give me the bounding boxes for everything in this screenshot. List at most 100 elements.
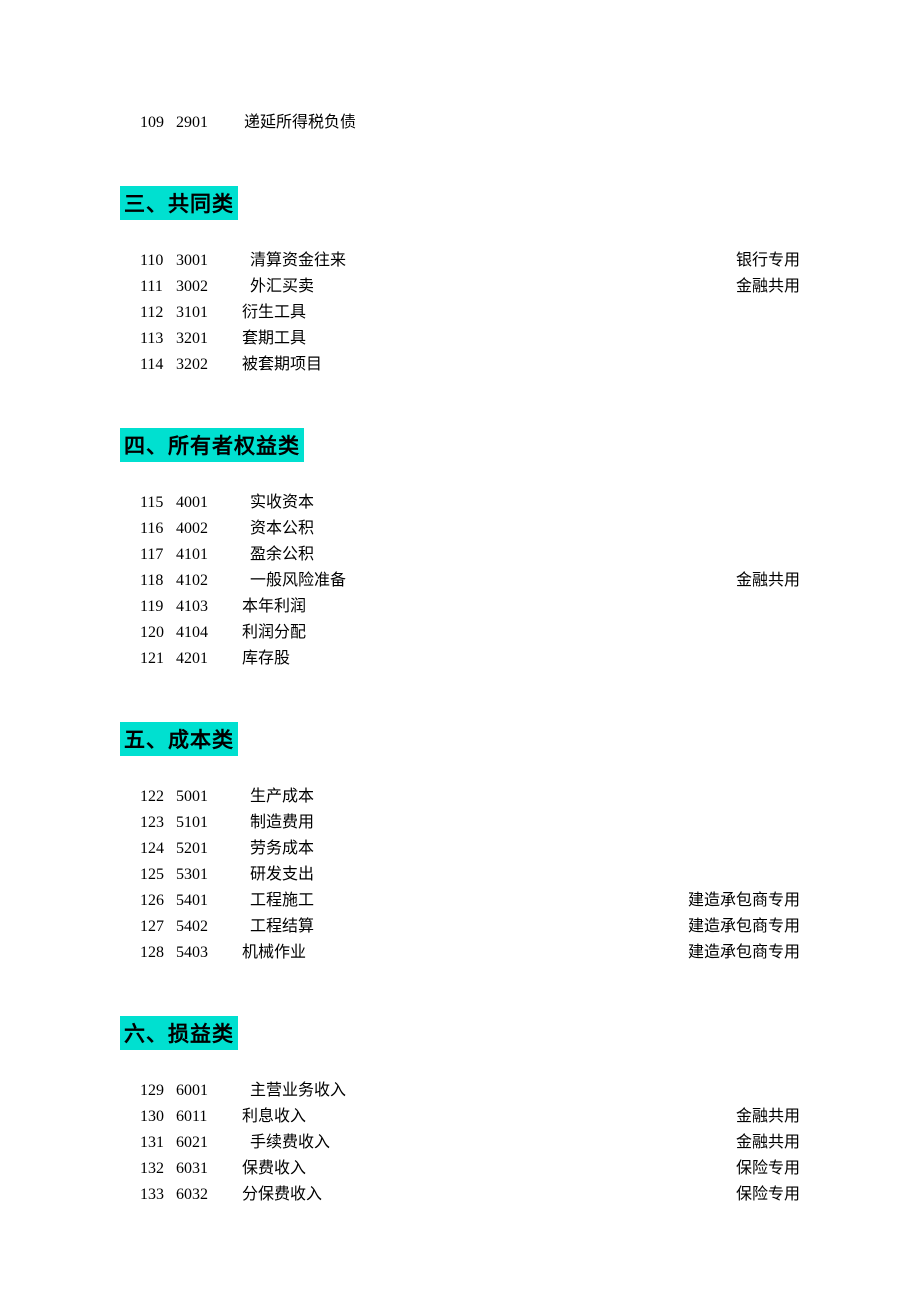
row-code: 3201	[176, 326, 240, 352]
table-row: 1235101制造费用	[120, 810, 800, 836]
row-note: 金融共用	[660, 274, 800, 300]
table-row: 1285403机械作业建造承包商专用	[120, 940, 800, 966]
row-name: 套期工具	[240, 326, 660, 352]
row-seq: 123	[120, 810, 176, 836]
table-row: 1113002外汇买卖金融共用	[120, 274, 800, 300]
table-row: 1336032分保费收入保险专用	[120, 1182, 800, 1208]
row-note: 保险专用	[660, 1156, 800, 1182]
row-seq: 120	[120, 620, 176, 646]
row-code: 6001	[176, 1078, 240, 1104]
table-row: 1184102一般风险准备金融共用	[120, 568, 800, 594]
document-page: 1092901递延所得税负债 三、共同类 1103001清算资金往来银行专用111…	[0, 0, 920, 1274]
row-seq: 113	[120, 326, 176, 352]
row-name: 分保费收入	[240, 1182, 660, 1208]
row-name: 工程结算	[240, 914, 660, 940]
table-row: 1092901递延所得税负债	[120, 110, 800, 136]
row-name: 递延所得税负债	[240, 110, 660, 136]
row-seq: 129	[120, 1078, 176, 1104]
table-row: 1306011利息收入金融共用	[120, 1104, 800, 1130]
row-name: 保费收入	[240, 1156, 660, 1182]
row-note: 保险专用	[660, 1182, 800, 1208]
row-code: 5101	[176, 810, 240, 836]
table-row: 1174101盈余公积	[120, 542, 800, 568]
row-seq: 115	[120, 490, 176, 516]
row-code: 6032	[176, 1182, 240, 1208]
row-code: 4103	[176, 594, 240, 620]
row-seq: 127	[120, 914, 176, 940]
row-code: 6021	[176, 1130, 240, 1156]
row-seq: 110	[120, 248, 176, 274]
row-name: 机械作业	[240, 940, 660, 966]
row-name: 盈余公积	[240, 542, 660, 568]
table-row: 1143202被套期项目	[120, 352, 800, 378]
row-name: 衍生工具	[240, 300, 660, 326]
row-seq: 124	[120, 836, 176, 862]
row-note: 建造承包商专用	[660, 940, 800, 966]
row-name: 利息收入	[240, 1104, 660, 1130]
table-row: 1103001清算资金往来银行专用	[120, 248, 800, 274]
table-row: 1275402工程结算建造承包商专用	[120, 914, 800, 940]
table-row: 1265401工程施工建造承包商专用	[120, 888, 800, 914]
section-block: 1103001清算资金往来银行专用1113002外汇买卖金融共用1123101衍…	[120, 248, 800, 378]
section-block: 1225001生产成本1235101制造费用1245201劳务成本1255301…	[120, 784, 800, 966]
row-code: 3001	[176, 248, 240, 274]
row-code: 5402	[176, 914, 240, 940]
row-note: 金融共用	[660, 1130, 800, 1156]
row-seq: 125	[120, 862, 176, 888]
row-code: 4101	[176, 542, 240, 568]
row-code: 5403	[176, 940, 240, 966]
table-row: 1316021手续费收入金融共用	[120, 1130, 800, 1156]
row-code: 2901	[176, 110, 240, 136]
section-heading: 四、所有者权益类	[120, 428, 304, 462]
row-seq: 128	[120, 940, 176, 966]
section-heading: 六、损益类	[120, 1016, 238, 1050]
table-row: 1164002资本公积	[120, 516, 800, 542]
row-code: 4201	[176, 646, 240, 672]
row-seq: 117	[120, 542, 176, 568]
section-heading: 五、成本类	[120, 722, 238, 756]
row-name: 本年利润	[240, 594, 660, 620]
row-code: 6011	[176, 1104, 240, 1130]
row-code: 5301	[176, 862, 240, 888]
table-row: 1225001生产成本	[120, 784, 800, 810]
row-code: 5201	[176, 836, 240, 862]
row-code: 5401	[176, 888, 240, 914]
row-name: 制造费用	[240, 810, 660, 836]
section-block: 1296001主营业务收入1306011利息收入金融共用1316021手续费收入…	[120, 1078, 800, 1208]
section-block: 1154001实收资本1164002资本公积1174101盈余公积1184102…	[120, 490, 800, 672]
row-seq: 132	[120, 1156, 176, 1182]
table-row: 1154001实收资本	[120, 490, 800, 516]
row-code: 5001	[176, 784, 240, 810]
table-row: 1245201劳务成本	[120, 836, 800, 862]
row-note: 金融共用	[660, 1104, 800, 1130]
row-name: 生产成本	[240, 784, 660, 810]
table-row: 1123101衍生工具	[120, 300, 800, 326]
row-seq: 118	[120, 568, 176, 594]
table-row: 1204104利润分配	[120, 620, 800, 646]
row-name: 利润分配	[240, 620, 660, 646]
table-row: 1296001主营业务收入	[120, 1078, 800, 1104]
row-seq: 130	[120, 1104, 176, 1130]
row-seq: 119	[120, 594, 176, 620]
table-row: 1214201库存股	[120, 646, 800, 672]
table-row: 1255301研发支出	[120, 862, 800, 888]
row-code: 3002	[176, 274, 240, 300]
row-name: 实收资本	[240, 490, 660, 516]
row-code: 3101	[176, 300, 240, 326]
row-seq: 116	[120, 516, 176, 542]
section-heading: 三、共同类	[120, 186, 238, 220]
row-code: 4002	[176, 516, 240, 542]
row-seq: 133	[120, 1182, 176, 1208]
row-seq: 126	[120, 888, 176, 914]
row-code: 4104	[176, 620, 240, 646]
row-seq: 114	[120, 352, 176, 378]
row-name: 手续费收入	[240, 1130, 660, 1156]
row-seq: 109	[120, 110, 176, 136]
table-row: 1194103本年利润	[120, 594, 800, 620]
row-seq: 111	[120, 274, 176, 300]
row-seq: 122	[120, 784, 176, 810]
row-name: 劳务成本	[240, 836, 660, 862]
row-name: 资本公积	[240, 516, 660, 542]
row-name: 被套期项目	[240, 352, 660, 378]
row-note: 银行专用	[660, 248, 800, 274]
